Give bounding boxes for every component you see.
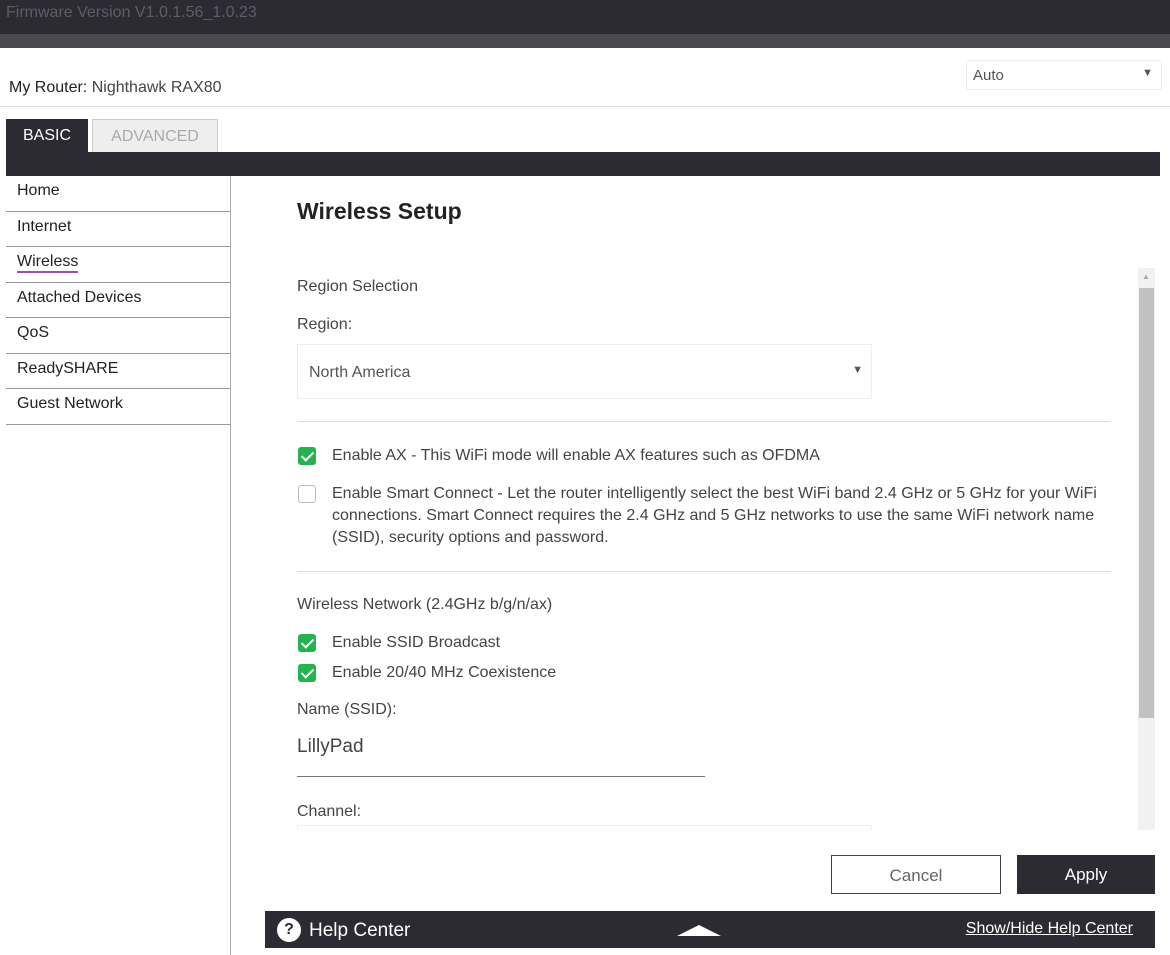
enable-ax-checkbox[interactable] bbox=[298, 447, 316, 465]
header-divider bbox=[0, 106, 1170, 107]
section-divider bbox=[297, 571, 1111, 572]
apply-button[interactable]: Apply bbox=[1017, 855, 1155, 894]
page-title: Wireless Setup bbox=[297, 198, 462, 224]
sidebar-item-label: Home bbox=[17, 182, 60, 199]
sidebar-item-guest-network[interactable]: Guest Network bbox=[6, 389, 230, 425]
region-select[interactable]: North America ▼ bbox=[297, 344, 872, 399]
network-24-title: Wireless Network (2.4GHz b/g/n/ax) bbox=[297, 596, 553, 613]
help-center-bar: ? Help Center Show/Hide Help Center bbox=[265, 911, 1155, 948]
sidebar-item-label: Guest Network bbox=[17, 395, 123, 412]
section-divider bbox=[297, 421, 1111, 422]
sidebar-item-label: QoS bbox=[17, 324, 50, 341]
sidebar-divider bbox=[230, 176, 231, 955]
tab-bar bbox=[6, 152, 1160, 176]
question-circle-icon[interactable]: ? bbox=[277, 918, 301, 942]
router-label: My Router: bbox=[9, 79, 88, 96]
router-model: Nighthawk RAX80 bbox=[91, 79, 222, 96]
sidebar-item-label: Internet bbox=[17, 217, 72, 235]
sidebar-item-label: Wireless bbox=[17, 253, 79, 273]
caret-up-icon[interactable] bbox=[677, 925, 721, 936]
scroll-up-icon[interactable]: ▲ bbox=[1142, 272, 1150, 281]
router-name: My Router: Nighthawk RAX80 bbox=[9, 79, 222, 97]
sidebar: Home Internet Wireless Attached Devices … bbox=[6, 176, 230, 425]
sidebar-item-label: Attached Devices bbox=[17, 288, 142, 306]
show-hide-help-link[interactable]: Show/Hide Help Center bbox=[966, 920, 1133, 938]
ssid-underline bbox=[297, 776, 705, 777]
channel-select[interactable] bbox=[297, 825, 872, 830]
ssid-broadcast-checkbox[interactable] bbox=[298, 634, 316, 652]
ssid-broadcast-label: Enable SSID Broadcast bbox=[332, 634, 501, 651]
cancel-button[interactable]: Cancel bbox=[831, 855, 1001, 894]
sidebar-item-qos[interactable]: QoS bbox=[6, 318, 230, 354]
sidebar-item-wireless[interactable]: Wireless bbox=[6, 247, 230, 283]
firmware-version: Firmware Version V1.0.1.56_1.0.23 bbox=[6, 4, 257, 21]
sidebar-item-readyshare[interactable]: ReadySHARE bbox=[6, 354, 230, 389]
sidebar-item-internet[interactable]: Internet bbox=[6, 212, 230, 247]
tab-basic[interactable]: BASIC bbox=[6, 119, 88, 153]
firmware-bar: Firmware Version V1.0.1.56_1.0.23 bbox=[0, 0, 1170, 34]
coexistence-checkbox[interactable] bbox=[298, 664, 316, 682]
language-select[interactable]: Auto ▼ bbox=[966, 60, 1162, 90]
triangle-down-icon: ▼ bbox=[1142, 67, 1153, 79]
sidebar-item-label: ReadySHARE bbox=[17, 359, 119, 377]
sub-bar bbox=[0, 34, 1170, 48]
region-label: Region: bbox=[297, 316, 353, 333]
help-center-title: Help Center bbox=[309, 920, 411, 941]
sidebar-item-home[interactable]: Home bbox=[6, 176, 230, 212]
smart-connect-checkbox[interactable] bbox=[298, 485, 316, 503]
ssid-input[interactable]: LillyPad bbox=[297, 736, 364, 758]
smart-connect-label: Enable Smart Connect - Let the router in… bbox=[332, 485, 1097, 546]
coexistence-label: Enable 20/40 MHz Coexistence bbox=[332, 664, 557, 681]
triangle-down-icon: ▼ bbox=[852, 364, 863, 376]
scrollbar-thumb[interactable] bbox=[1139, 288, 1154, 718]
ssid-label: Name (SSID): bbox=[297, 701, 397, 718]
region-value: North America bbox=[309, 364, 411, 381]
channel-label: Channel: bbox=[297, 803, 362, 820]
tab-advanced[interactable]: ADVANCED bbox=[92, 119, 218, 153]
enable-ax-label: Enable AX - This WiFi mode will enable A… bbox=[332, 447, 820, 464]
sidebar-item-attached-devices[interactable]: Attached Devices bbox=[6, 283, 230, 318]
region-section-title: Region Selection bbox=[297, 278, 418, 295]
language-value: Auto bbox=[973, 67, 1004, 84]
scrollbar[interactable]: ▲ bbox=[1138, 268, 1155, 830]
settings-panel: Region Selection Region: North America ▼… bbox=[265, 268, 1155, 830]
